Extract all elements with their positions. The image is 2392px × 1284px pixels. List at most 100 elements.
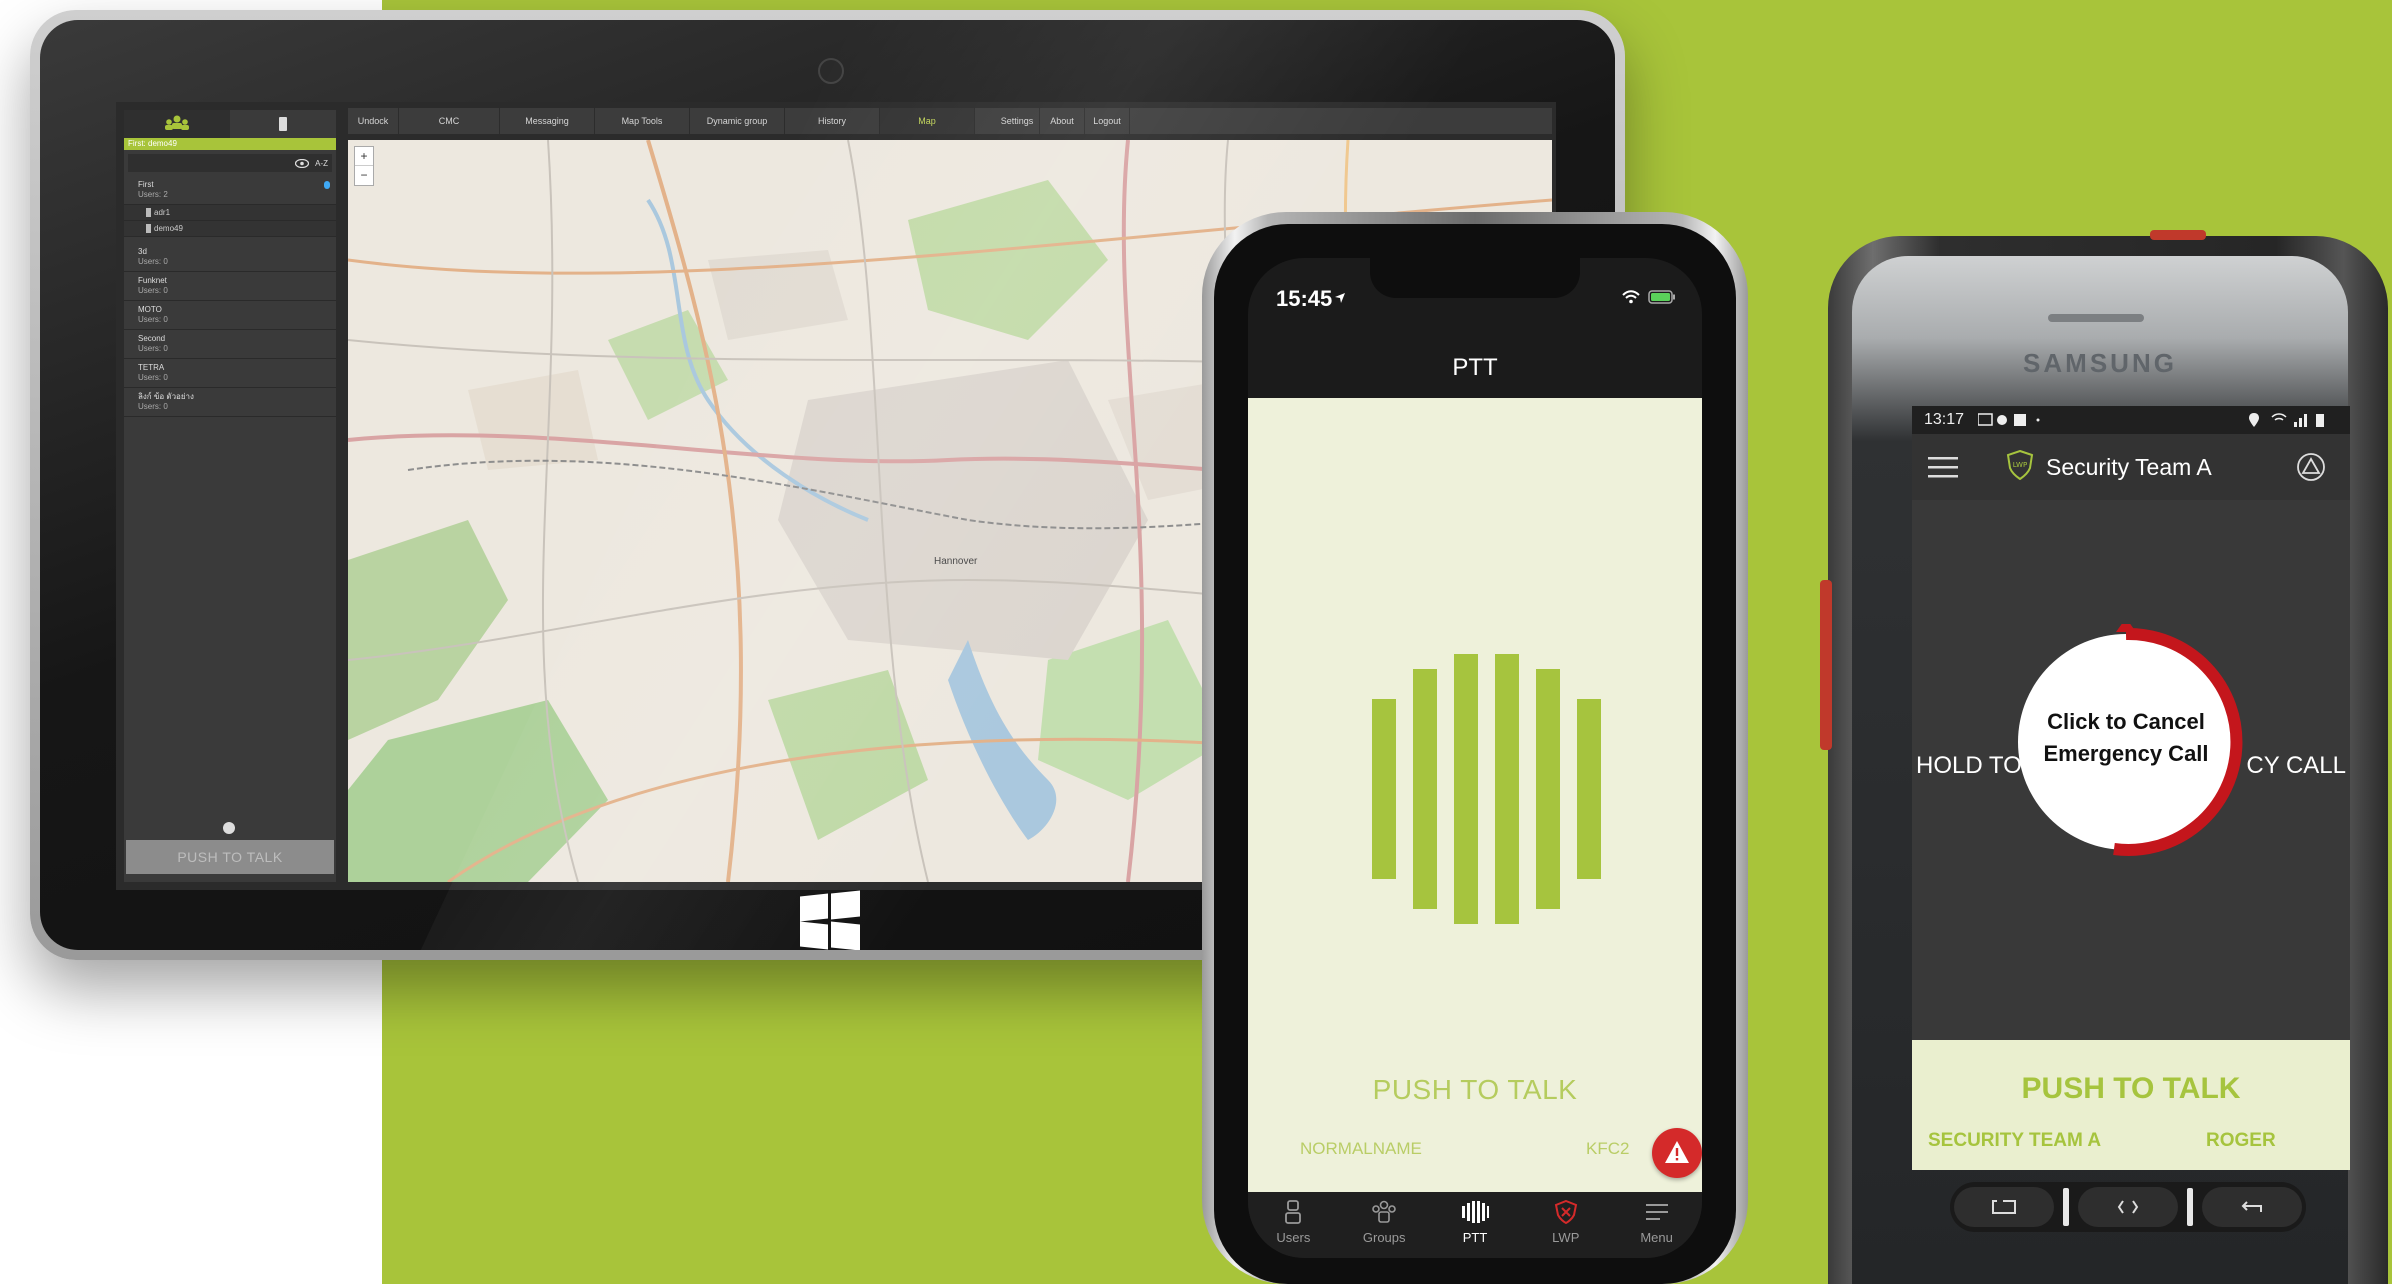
top-emergency-key[interactable] [2150, 230, 2206, 240]
menu-settings[interactable]: Settings [995, 108, 1040, 134]
tab-ptt[interactable]: PTT [1430, 1192, 1521, 1258]
group-item[interactable]: MOTO Users: 0 [124, 301, 336, 330]
menu-map-tools[interactable]: Map Tools [595, 108, 690, 134]
status-notification-icons [1978, 413, 2040, 426]
groups-icon [165, 115, 189, 130]
back-button[interactable] [2201, 1187, 2302, 1227]
windows-logo-icon[interactable] [800, 890, 860, 950]
speaker-grille [2048, 314, 2144, 322]
menu-about[interactable]: About [1040, 108, 1085, 134]
tab-bar: Users Groups PTT LWP Menu [1248, 1192, 1702, 1258]
group-item[interactable]: ลิงก์ ข้อ ตัวอย่าง Users: 0 [124, 388, 336, 417]
iphone-screen: 15:45 PTT PUSH TO TALK NORMALNAME KFC2 U… [1248, 258, 1702, 1258]
svg-text:LWP: LWP [2013, 461, 2027, 469]
current-group-bar[interactable]: First: demo49 [124, 138, 336, 150]
tab-groups[interactable] [124, 110, 230, 138]
zoom-out-button[interactable]: − [355, 166, 373, 184]
nav-divider [2063, 1188, 2070, 1226]
camera-icon [818, 58, 844, 84]
tab-label: Groups [1362, 1230, 1406, 1245]
home-button[interactable] [2077, 1187, 2178, 1227]
tab-menu[interactable]: Menu [1611, 1192, 1702, 1258]
battery-icon [1648, 290, 1675, 304]
menu-icon [1645, 1204, 1668, 1220]
sidebar: First: demo49 A-Z First Users: 2 adr1 de… [124, 110, 336, 882]
menu-history[interactable]: History [785, 108, 880, 134]
group-name: KFC2 [1586, 1139, 1630, 1158]
group-item[interactable]: TETRA Users: 0 [124, 359, 336, 388]
group-title: Security Team A [2046, 454, 2212, 480]
group-user-count: Users: 0 [138, 257, 168, 266]
push-to-talk-label: PUSH TO TALK [2021, 1072, 2241, 1105]
sidebar-tabs [124, 110, 336, 138]
ptt-content: PUSH TO TALK NORMALNAME KFC2 [1248, 398, 1702, 1192]
zoom-in-button[interactable]: + [355, 147, 373, 166]
recent-apps-icon [1992, 1200, 2017, 1214]
menu-spacer [975, 108, 995, 134]
ptt-talk-button[interactable] [1372, 654, 1602, 924]
recent-apps-button[interactable] [1954, 1187, 2055, 1227]
group-name: ลิงก์ ข้อ ตัวอย่าง [138, 392, 194, 401]
page-title: PTT [1452, 354, 1498, 381]
group-user-count: Users: 2 [138, 190, 168, 199]
group-user-count: Users: 0 [138, 373, 168, 382]
wifi-icon [1622, 290, 1640, 304]
emergency-area: HOLD TO CY CALL Click to Cancel Emergenc… [1912, 500, 2350, 1040]
group-name: 3d [138, 247, 147, 256]
ptt-bar [1454, 654, 1478, 924]
user-item[interactable]: adr1 [124, 205, 336, 221]
user-item[interactable]: demo49 [124, 221, 336, 237]
group-item[interactable]: Second Users: 0 [124, 330, 336, 359]
tab-devices[interactable] [230, 110, 336, 138]
hardware-nav-bar [1950, 1182, 2306, 1232]
nav-divider [2186, 1188, 2193, 1226]
group-item[interactable]: First Users: 2 [124, 176, 336, 205]
ptt-panel[interactable]: PUSH TO TALK SECURITY TEAM A ROGER [1912, 1040, 2350, 1170]
tab-label: PTT [1462, 1230, 1488, 1245]
push-to-talk-button[interactable]: PUSH TO TALK [126, 840, 334, 874]
user-icon [1285, 1200, 1302, 1224]
sidebar-search[interactable]: A-Z [128, 154, 332, 172]
lwp-shield-icon: LWP [2006, 450, 2034, 480]
menu-cmc[interactable]: CMC [399, 108, 500, 134]
iphone-device: 15:45 PTT PUSH TO TALK NORMALNAME KFC2 U… [1202, 212, 1748, 1284]
tab-lwp[interactable]: LWP [1520, 1192, 1611, 1258]
emergency-button[interactable] [1652, 1128, 1702, 1178]
group-item[interactable]: 3d Users: 0 [124, 243, 336, 272]
emergency-triangle-icon[interactable] [2296, 452, 2326, 482]
brand-logo: SAMSUNG [2023, 348, 2177, 378]
cancel-emergency-label: Click to Cancel Emergency Call [2008, 706, 2244, 770]
group-item[interactable]: Funknet Users: 0 [124, 272, 336, 301]
menu-logout[interactable]: Logout [1085, 108, 1130, 134]
location-arrow-icon [1335, 293, 1345, 303]
menu-undock[interactable]: Undock [348, 108, 399, 134]
group-name: First [138, 180, 154, 189]
iphone-bezel: 15:45 PTT PUSH TO TALK NORMALNAME KFC2 U… [1214, 224, 1736, 1284]
samsung-device: SAMSUNG 13:17 LWP Security Team A HOLD T… [1820, 230, 2388, 1284]
team-label: SECURITY TEAM A [1928, 1130, 2102, 1151]
group-name: TETRA [138, 363, 165, 372]
ptt-bar [1495, 654, 1519, 924]
status-time: 15:45 [1276, 286, 1333, 311]
top-menu: Undock CMC Messaging Map Tools Dynamic g… [348, 108, 1552, 134]
tab-users[interactable]: Users [1248, 1192, 1339, 1258]
hamburger-menu-icon[interactable] [1928, 456, 1958, 478]
menu-messaging[interactable]: Messaging [500, 108, 595, 134]
warning-icon [1665, 1141, 1689, 1163]
tab-groups[interactable]: Groups [1339, 1192, 1430, 1258]
eye-icon[interactable] [295, 158, 310, 168]
hold-text-left: HOLD TO [1916, 752, 2022, 779]
status-dot-icon [324, 181, 330, 189]
ptt-bar [1577, 699, 1601, 879]
cancel-emergency-button[interactable]: Click to Cancel Emergency Call [2008, 618, 2244, 860]
ptt-bars-icon [1372, 699, 1396, 879]
menu-dynamic-group[interactable]: Dynamic group [690, 108, 785, 134]
sort-label[interactable]: A-Z [315, 159, 328, 168]
side-ptt-key[interactable] [1820, 580, 1832, 750]
hold-text-right: CY CALL [2246, 752, 2346, 779]
group-user-count: Users: 0 [138, 286, 168, 295]
group-user-count: Users: 0 [138, 315, 168, 324]
menu-map[interactable]: Map [880, 108, 975, 134]
group-name: Second [138, 334, 166, 343]
notch [1370, 258, 1580, 298]
